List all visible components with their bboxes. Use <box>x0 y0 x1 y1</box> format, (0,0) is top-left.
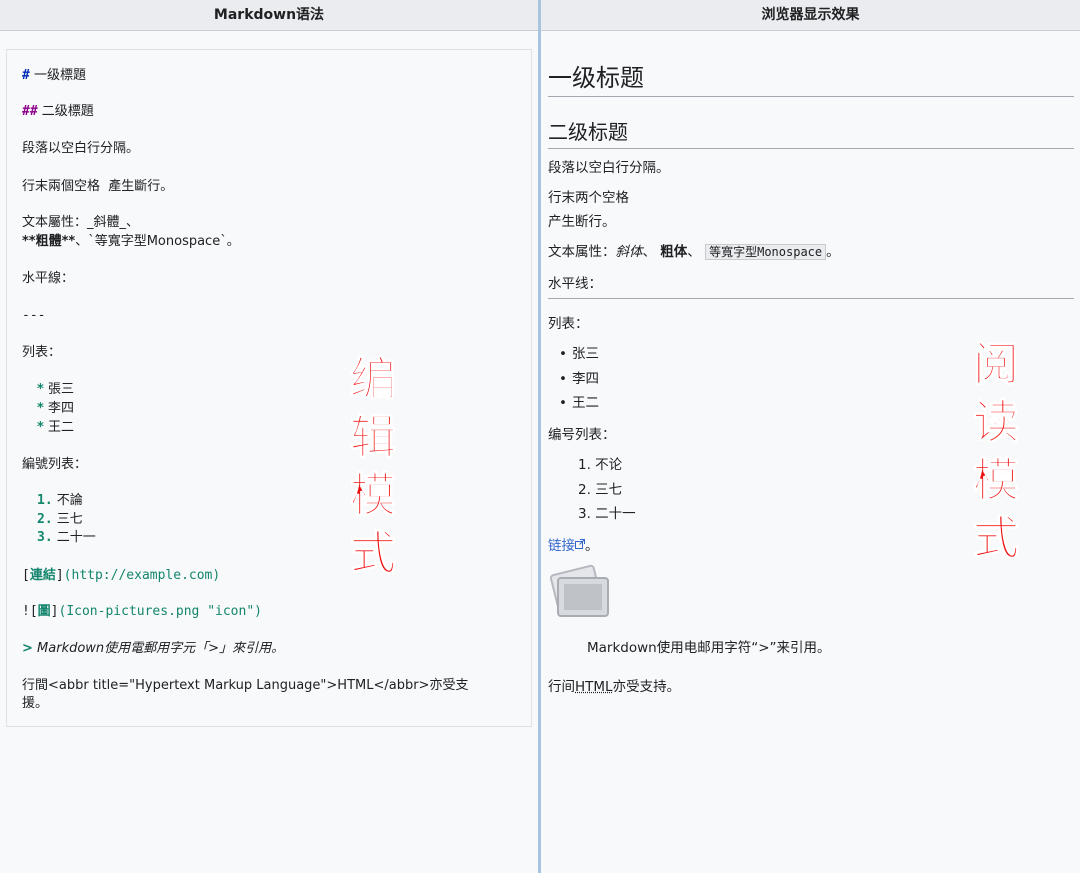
rendered-link-line: 链接。 <box>548 534 599 554</box>
olist-number: 1. <box>37 493 53 508</box>
rendered-link[interactable]: 链接 <box>548 538 585 554</box>
rendered-olist-item: 3. 二十一 <box>578 506 636 522</box>
external-link-icon <box>575 539 585 549</box>
rendered-blockquote: Markdown使用电邮用字符“>”来引用。 <box>587 640 831 656</box>
list-marker: * <box>37 420 44 435</box>
read-mode-char: 读 <box>973 395 1020 450</box>
h1-marker: # <box>22 68 30 83</box>
preview-pane-header: 浏览器显示效果 <box>541 0 1080 31</box>
bold-text: 粗体 <box>660 244 688 260</box>
src-image-line: ![圖](Icon-pictures.png "icon") <box>22 602 262 621</box>
link-bracket-close: ] <box>55 568 64 583</box>
src-list-label: 列表： <box>22 345 62 360</box>
rendered-preview-pane: 浏览器显示效果 一级标题 二级标题 段落以空白行分隔。 行末两个空格 产生断行。… <box>541 0 1080 873</box>
src-linebreak: 行末兩個空格 產生斷行。 <box>22 179 174 194</box>
src-hr-mark: --- <box>22 308 46 323</box>
attr-separator: 、 <box>642 244 657 260</box>
image-bracket-close: ] <box>50 604 59 619</box>
olist-item-text: 二十一 <box>56 530 96 545</box>
edit-mode-char: 编 <box>350 352 397 407</box>
src-h2-line: ## 二级標題 <box>22 102 94 121</box>
image-alt-source: 圖 <box>37 604 51 619</box>
read-mode-char: 式 <box>973 511 1020 566</box>
src-link-line: [連結](http://example.com) <box>22 566 220 585</box>
h1-source-text: 一级標題 <box>29 68 86 83</box>
attr-separator: 、 <box>687 244 701 260</box>
markdown-editor[interactable]: # 一级標題 ## 二级標題 段落以空白行分隔。 行末兩個空格 產生斷行。 文本… <box>6 49 532 727</box>
rendered-list-item: 张三 <box>559 342 599 362</box>
link-bracket-open: [ <box>22 568 30 583</box>
quote-source-text: Markdown使用電郵用字元「>」來引用。 <box>32 641 285 656</box>
rendered-olist-item: 2. 三七 <box>578 482 623 498</box>
src-attr-line1: 文本屬性：_斜體_、 <box>22 215 140 230</box>
list-item-text: 張三 <box>47 382 74 397</box>
rendered-olist-label: 编号列表： <box>548 427 616 443</box>
src-olist-item: 2. 三七 <box>37 510 83 529</box>
quote-marker: > <box>22 641 33 656</box>
src-hr-label: 水平線： <box>22 271 75 286</box>
image-icon <box>548 560 612 624</box>
src-quote-line: > Markdown使用電郵用字元「>」來引用。 <box>22 639 284 658</box>
markdown-source-pane: Markdown语法 # 一级標題 ## 二级標題 段落以空白行分隔。 行末兩個… <box>0 0 538 873</box>
src-olist-item: 3. 二十一 <box>37 528 96 547</box>
image-prefix: ![ <box>22 604 38 619</box>
html-suffix: 亦受支持。 <box>612 679 681 695</box>
list-marker: * <box>37 401 44 416</box>
italic-text: 斜体 <box>615 244 643 260</box>
rendered-list-item: 李四 <box>559 367 599 387</box>
list-item-text: 李四 <box>47 401 74 416</box>
code-text: 等寬字型Monospace <box>705 244 827 260</box>
rendered-linebreak-1: 行末两个空格 <box>548 190 629 206</box>
src-attr-line2: **粗體**、`等寬字型Monospace`。 <box>22 232 240 251</box>
rendered-linebreak-2: 产生断行。 <box>548 214 616 230</box>
src-h1-line: # 一级標題 <box>22 66 86 85</box>
read-mode-label: 阅 读 模 式 <box>966 335 1026 567</box>
edit-mode-char: 式 <box>350 526 397 581</box>
html-prefix: 行间 <box>548 679 575 695</box>
olist-item-text: 不論 <box>56 493 83 508</box>
h2-marker: ## <box>22 104 38 119</box>
src-list-item: * 王二 <box>37 418 74 437</box>
source-pane-header: Markdown语法 <box>0 0 538 31</box>
rendered-list-item: 王二 <box>559 391 599 411</box>
olist-number: 2. <box>37 512 53 527</box>
rendered-link-text: 链接 <box>548 538 575 554</box>
image-source-url: (Icon-pictures.png "icon") <box>58 604 263 619</box>
rendered-paragraph: 段落以空白行分隔。 <box>548 160 670 176</box>
list-item-text: 王二 <box>47 420 74 435</box>
link-after-punct: 。 <box>585 538 599 554</box>
link-source-url: (http://example.com) <box>63 568 221 583</box>
rendered-list-label: 列表： <box>548 316 589 332</box>
olist-item-text: 三七 <box>56 512 83 527</box>
edit-mode-char: 辑 <box>350 410 397 465</box>
rendered-hr-label: 水平线： <box>548 276 602 292</box>
rendered-h1: 一级标题 <box>548 58 1074 97</box>
edit-mode-char: 模 <box>350 468 397 523</box>
edit-mode-label: 编 辑 模 式 <box>343 350 403 582</box>
rendered-attributes: 文本属性：斜体、 粗体、 等寬字型Monospace。 <box>548 240 840 260</box>
html-abbr: HTML <box>575 679 613 695</box>
olist-number: 3. <box>37 530 53 545</box>
bold-source: **粗體** <box>22 234 76 249</box>
src-html-line2: 援。 <box>22 696 49 711</box>
link-source-text: 連結 <box>29 568 56 583</box>
read-mode-char: 模 <box>973 453 1020 508</box>
rendered-olist-item: 1. 不论 <box>578 457 623 473</box>
src-olist-label: 編號列表： <box>22 457 88 472</box>
src-html-line1: 行間<abbr title="Hypertext Markup Language… <box>22 678 469 693</box>
src-list-item: * 李四 <box>37 399 74 418</box>
horizontal-rule <box>548 298 1074 299</box>
src-paragraph: 段落以空白行分隔。 <box>22 141 140 156</box>
h2-source-text: 二级標題 <box>37 104 94 119</box>
read-mode-char: 阅 <box>973 337 1020 392</box>
attr-end: 。 <box>826 244 840 260</box>
rendered-html-line: 行间HTML亦受支持。 <box>548 675 680 695</box>
rendered-h2: 二级标题 <box>548 116 1074 149</box>
src-olist-item: 1. 不論 <box>37 491 83 510</box>
src-list-item: * 張三 <box>37 380 74 399</box>
attr-prefix: 文本属性： <box>548 244 616 260</box>
list-marker: * <box>37 382 44 397</box>
code-source: 、`等寬字型Monospace`。 <box>75 234 240 249</box>
